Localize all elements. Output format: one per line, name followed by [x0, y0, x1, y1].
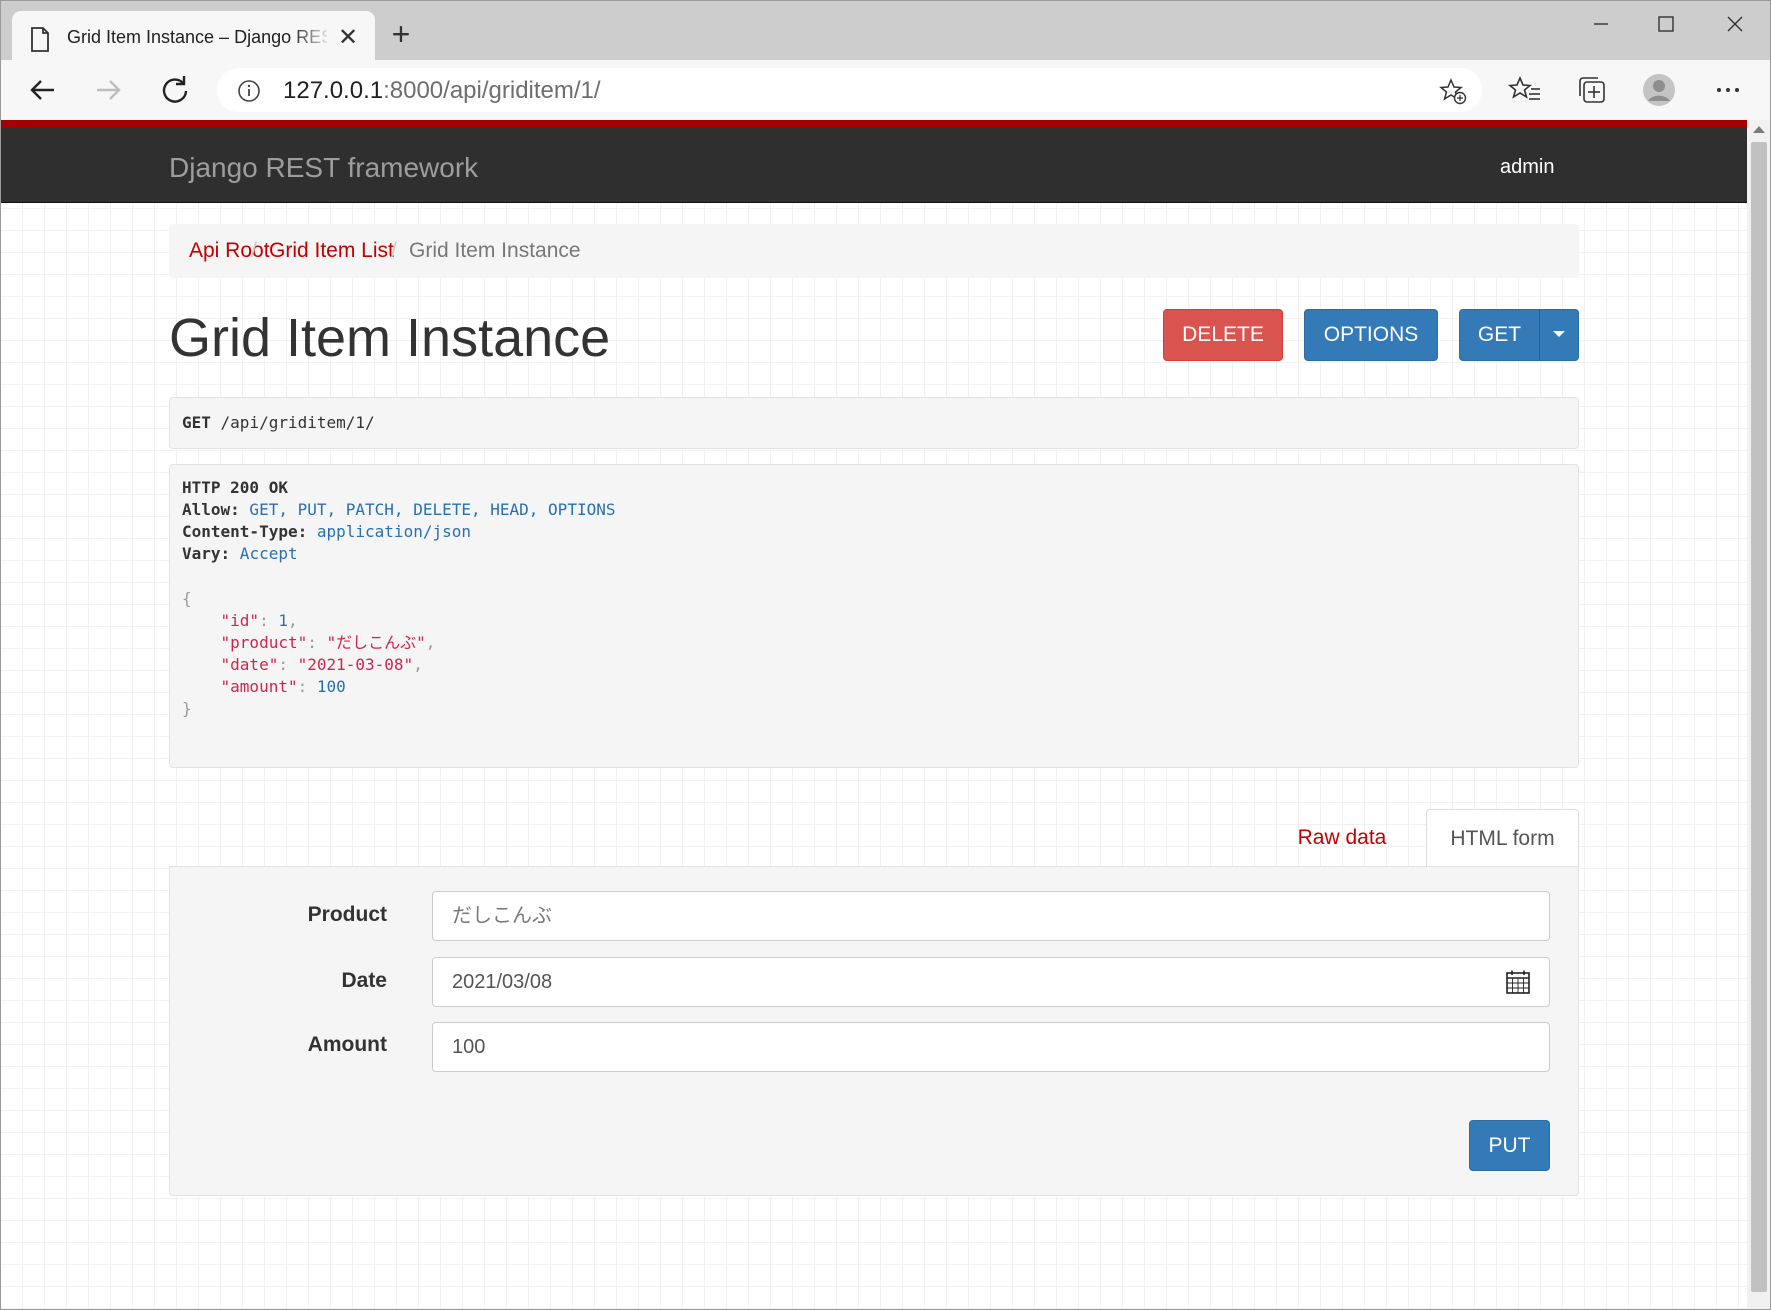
profile-icon[interactable]	[1641, 72, 1677, 108]
calendar-icon[interactable]	[1505, 969, 1531, 995]
json-field: "amount": 100	[220, 677, 346, 696]
json-field: "id": 1,	[220, 611, 298, 630]
json-value: "だしこんぶ"	[326, 633, 426, 652]
scroll-up-icon[interactable]	[1753, 126, 1765, 133]
tab-html-form[interactable]: HTML form	[1426, 809, 1579, 867]
json-value: 1	[278, 611, 288, 630]
info-icon[interactable]	[237, 79, 261, 103]
brand-link[interactable]: Django REST framework	[169, 152, 478, 184]
date-value: 2021/03/08	[452, 971, 553, 993]
tab-title-fade	[292, 23, 332, 53]
get-format-dropdown[interactable]	[1539, 309, 1579, 361]
request-info: GET /api/griditem/1/	[169, 397, 1579, 449]
breadcrumb-api-root[interactable]: Api Root	[189, 239, 270, 263]
product-placeholder: だしこんぶ	[452, 905, 552, 927]
json-value: 100	[316, 677, 346, 696]
browser-toolbar: 127.0.0.1:8000/api/griditem/1/	[0, 60, 1771, 120]
minimize-icon[interactable]	[1578, 10, 1624, 40]
page-title: Grid Item Instance	[169, 308, 611, 368]
json-close-brace: }	[182, 699, 192, 718]
response-info: HTTP 200 OK Allow: GET, PUT, PATCH, DELE…	[169, 464, 1579, 768]
date-label: Date	[341, 969, 387, 992]
url-text: 127.0.0.1:8000/api/griditem/1/	[283, 77, 601, 105]
favorites-icon[interactable]	[1507, 72, 1543, 108]
response-header: Vary: Accept	[182, 543, 298, 565]
address-bar[interactable]: 127.0.0.1:8000/api/griditem/1/	[217, 68, 1482, 112]
scrollbar-thumb[interactable]	[1751, 142, 1767, 1292]
date-input[interactable]: 2021/03/08	[432, 957, 1550, 1007]
json-field: "date": "2021-03-08",	[220, 655, 423, 674]
product-label: Product	[307, 903, 387, 926]
breadcrumb-grid-item-list[interactable]: Grid Item List	[269, 239, 394, 263]
breadcrumb: Api Root / Grid Item List / Grid Item In…	[169, 224, 1579, 278]
close-tab-icon[interactable]: ✕	[334, 24, 362, 52]
breadcrumb-separator: /	[251, 239, 257, 262]
request-line: GET /api/griditem/1/	[182, 413, 375, 432]
json-field: "product": "だしこんぶ",	[220, 633, 436, 652]
header-value: Accept	[230, 544, 298, 563]
close-icon[interactable]	[1712, 10, 1758, 40]
json-key: "product"	[220, 633, 308, 652]
json-key: "amount"	[220, 677, 298, 696]
product-input[interactable]: だしこんぶ	[432, 891, 1550, 941]
new-tab-button[interactable]: +	[384, 18, 418, 52]
page-icon	[31, 27, 49, 52]
navbar: Django REST framework admin	[0, 128, 1747, 203]
options-button[interactable]: OPTIONS	[1304, 309, 1438, 361]
request-method: GET	[182, 413, 211, 432]
more-icon[interactable]	[1710, 72, 1746, 108]
page-viewport: Django REST framework admin Api Root / G…	[0, 120, 1747, 1310]
json-value: "2021-03-08"	[297, 655, 414, 674]
forward-icon[interactable]	[88, 70, 128, 110]
json-comma: ,	[287, 611, 298, 630]
back-icon[interactable]	[23, 70, 63, 110]
response-header: Content-Type: application/json	[182, 521, 471, 543]
page-scrollbar[interactable]	[1747, 120, 1771, 1310]
url-path: :8000/api/griditem/1/	[383, 77, 601, 104]
navbar-accent-line	[0, 120, 1747, 128]
breadcrumb-separator: /	[391, 239, 397, 262]
url-host: 127.0.0.1	[283, 77, 384, 104]
header-value: application/json	[307, 522, 471, 541]
header-key: Vary:	[182, 544, 231, 563]
browser-tab-bar: Grid Item Instance – Django REST framewo…	[0, 0, 1771, 68]
maximize-icon[interactable]	[1643, 10, 1689, 40]
response-status: HTTP 200 OK	[182, 478, 288, 497]
header-key: Allow:	[182, 500, 240, 519]
get-button[interactable]: GET	[1459, 309, 1540, 361]
amount-input[interactable]: 100	[432, 1022, 1550, 1072]
json-comma: ,	[425, 633, 436, 652]
delete-button[interactable]: DELETE	[1163, 309, 1283, 361]
tab-raw-data[interactable]: Raw data	[1283, 809, 1401, 867]
caret-down-icon	[1553, 330, 1565, 337]
json-key: "id"	[220, 611, 260, 630]
json-comma: ,	[413, 655, 423, 674]
tab-title: Grid Item Instance – Django REST framewo…	[67, 27, 327, 47]
response-header: Allow: GET, PUT, PATCH, DELETE, HEAD, OP…	[182, 499, 615, 521]
amount-label: Amount	[307, 1033, 387, 1056]
request-path: /api/griditem/1/	[210, 413, 375, 432]
header-key: Content-Type:	[182, 522, 308, 541]
add-favorite-icon[interactable]	[1439, 77, 1467, 105]
collections-icon[interactable]	[1574, 72, 1610, 108]
reload-icon[interactable]	[155, 70, 195, 110]
put-button[interactable]: PUT	[1469, 1120, 1550, 1171]
form-tabs: Raw data HTML form	[169, 809, 1579, 867]
json-key: "date"	[220, 655, 279, 674]
user-menu[interactable]: admin	[1500, 156, 1554, 179]
html-form: Product だしこんぶ Date 2021/03/08 Amount 100…	[169, 866, 1579, 1196]
header-value: GET, PUT, PATCH, DELETE, HEAD, OPTIONS	[239, 500, 616, 519]
breadcrumb-current: Grid Item Instance	[409, 239, 581, 262]
amount-value: 100	[452, 1036, 486, 1058]
json-open-brace: {	[182, 589, 192, 608]
